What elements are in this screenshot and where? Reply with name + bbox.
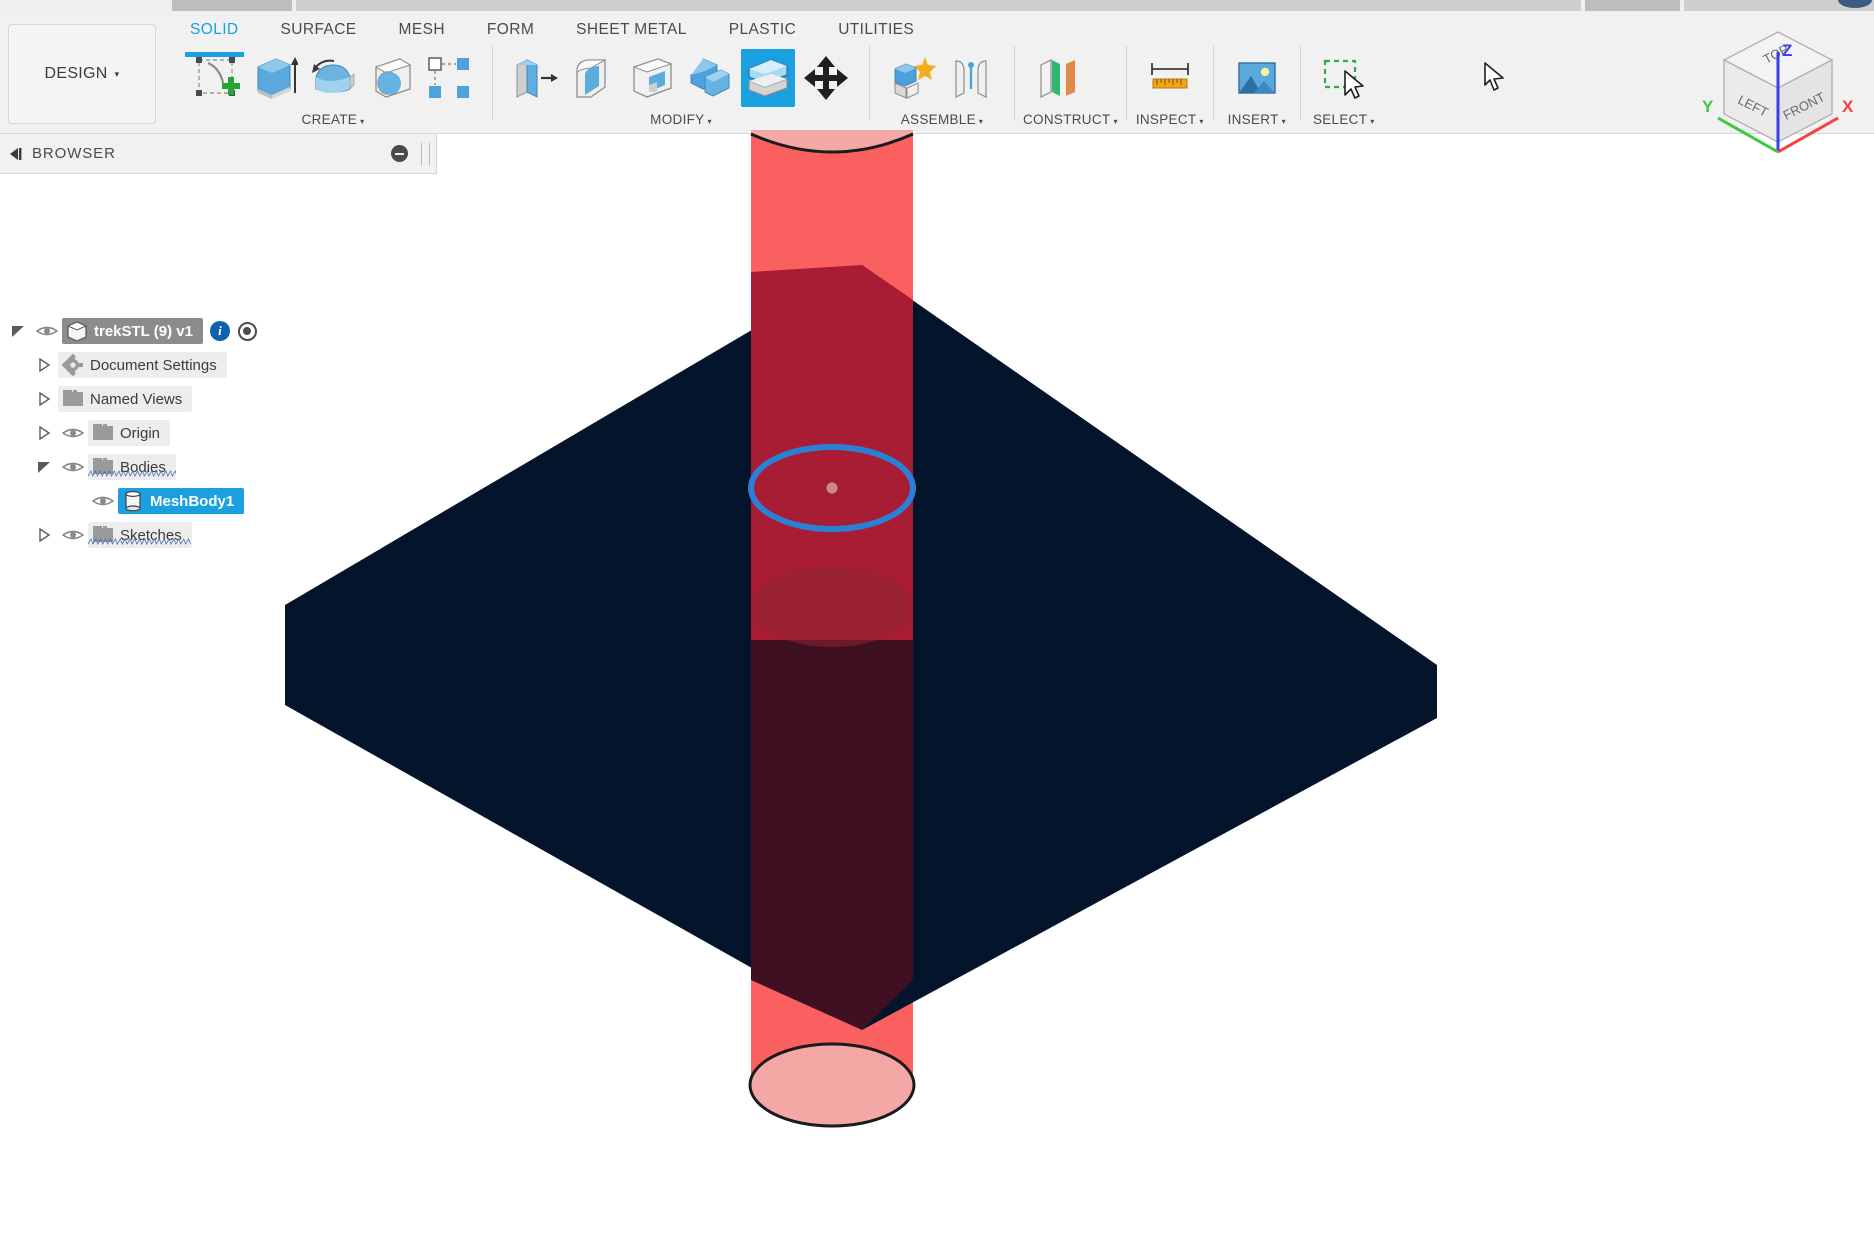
axis-z-label: Z [1782, 41, 1792, 60]
cylinder-overlap-lower [751, 640, 913, 1030]
mouse-cursor-icon [1484, 62, 1504, 91]
circle-center-point[interactable] [826, 482, 838, 494]
axis-x-label: X [1842, 97, 1854, 116]
cylinder-interior-ellipse [752, 567, 912, 647]
view-cube[interactable]: TOP LEFT FRONT Z Y X [1696, 14, 1860, 164]
cylinder-bottom-cap[interactable] [748, 1042, 916, 1128]
axis-y-label: Y [1702, 97, 1714, 116]
fusion360-window: DESIGN ▾ SOLID SURFACE MESH FORM SHEET M… [0, 0, 1874, 1249]
viewport-canvas[interactable] [0, 0, 1874, 1249]
